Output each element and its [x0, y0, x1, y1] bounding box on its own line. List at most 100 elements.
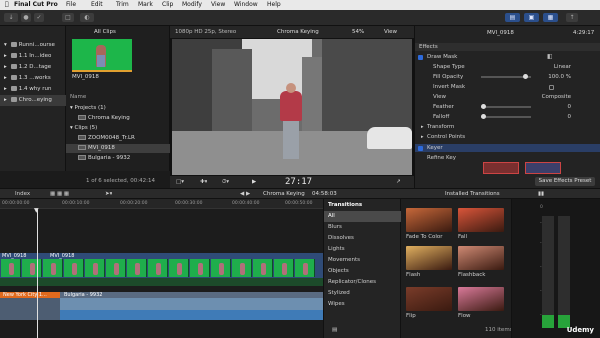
inspector-feather[interactable]: Feather 0: [415, 103, 600, 111]
fill-opacity-slider[interactable]: [481, 74, 531, 79]
share-icon[interactable]: ↑: [566, 13, 578, 22]
library-event-item-selected[interactable]: ▸ Chro...eying: [0, 95, 66, 106]
inspector-refine-key[interactable]: Refine Key: [415, 154, 600, 162]
menu-clip[interactable]: Clip: [162, 1, 173, 9]
save-effects-preset-button[interactable]: Save Effects Preset: [535, 177, 595, 186]
primary-storyline-clip[interactable]: MVI_0918 MVI_0918: [0, 253, 323, 278]
sidebar-toggle-icon[interactable]: ▤: [332, 327, 337, 334]
inspector-keyer[interactable]: Keyer: [415, 144, 600, 152]
transition-item[interactable]: Fade To Color: [406, 208, 452, 244]
menu-modify[interactable]: Modify: [182, 1, 202, 9]
transform-menu-icon[interactable]: ✚▾: [200, 179, 207, 186]
inspector-invert-mask[interactable]: Invert Mask: [415, 83, 600, 91]
retime-menu-icon[interactable]: ⏱▾: [222, 179, 229, 186]
menu-window[interactable]: Window: [234, 1, 258, 9]
share-library-icon[interactable]: □: [62, 13, 74, 22]
inspector-falloff[interactable]: Falloff 0: [415, 113, 600, 121]
checkbox-icon[interactable]: [418, 54, 423, 60]
slider-knob[interactable]: [481, 104, 486, 109]
category-objects[interactable]: Objects: [324, 266, 402, 277]
category-blurs[interactable]: Blurs: [324, 222, 402, 233]
browser-row-clips[interactable]: ▾ Clips (5): [66, 124, 170, 133]
append-clip-icon[interactable]: ▦ ▦ ▦: [50, 191, 69, 198]
checkbox-icon[interactable]: [549, 84, 554, 90]
library-event-item[interactable]: ▸ 1.4 why run: [0, 84, 66, 95]
browser-row-clip-selected[interactable]: MVI_0918: [66, 144, 170, 153]
mask-icon[interactable]: ◧: [547, 53, 553, 61]
select-tool-icon[interactable]: ➤▾: [105, 191, 112, 198]
connected-clips[interactable]: [0, 298, 323, 320]
inspector-control-points[interactable]: ▸ Control Points: [415, 133, 600, 141]
playhead-handle-icon[interactable]: ▼: [34, 207, 39, 214]
timeline-ruler[interactable]: 00:00:00:00 00:00:10:00 00:00:20:00 00:0…: [0, 199, 323, 209]
feather-slider[interactable]: [481, 104, 531, 109]
video-frame[interactable]: [172, 39, 412, 175]
playhead[interactable]: [37, 209, 38, 338]
disclosure-triangle-icon[interactable]: ▸: [4, 97, 7, 103]
timeline-index-button[interactable]: Index: [15, 191, 30, 198]
inspector-view[interactable]: View Composite: [415, 93, 600, 101]
library-event-item[interactable]: ▸ 1.3 ...works: [0, 73, 66, 84]
show-timeline-icon[interactable]: ▣: [524, 13, 539, 22]
check-icon[interactable]: ✓: [34, 13, 44, 22]
menu-edit[interactable]: Edit: [91, 1, 103, 9]
transition-item[interactable]: Flow: [458, 287, 504, 323]
disclosure-triangle-icon[interactable]: ▾: [4, 42, 7, 48]
fullscreen-icon[interactable]: ↗: [396, 179, 401, 186]
apple-icon[interactable]: : [5, 1, 9, 9]
back-icon[interactable]: ◀ ▶: [240, 191, 250, 198]
slider-knob[interactable]: [481, 114, 486, 119]
import-icon[interactable]: ↓: [4, 13, 18, 22]
inspector-effects-header[interactable]: Effects: [415, 43, 600, 51]
category-all[interactable]: All: [324, 211, 402, 222]
inspector-draw-mask[interactable]: Draw Mask ◧: [415, 53, 600, 61]
new-york-city-clip[interactable]: [0, 298, 60, 320]
play-icon[interactable]: ▶: [252, 179, 256, 186]
show-browser-icon[interactable]: ▤: [505, 13, 520, 22]
slider-knob[interactable]: [523, 74, 528, 79]
key-icon[interactable]: ●: [21, 13, 31, 22]
browser-row-clip[interactable]: ZOOM0048_Tr.LR: [66, 134, 170, 143]
browser-row-project[interactable]: Chroma Keying: [66, 114, 170, 123]
disclosure-triangle-icon[interactable]: ▸: [421, 133, 424, 141]
browser-row-clip[interactable]: Bulgaria - 9932: [66, 154, 170, 163]
disclosure-triangle-icon[interactable]: ▸: [4, 86, 7, 92]
viewer-zoom-menu[interactable]: 54%: [352, 29, 364, 36]
category-replicator-clones[interactable]: Replicator/Clones: [324, 277, 402, 288]
falloff-slider[interactable]: [481, 114, 531, 119]
menu-mark[interactable]: Mark: [138, 1, 153, 9]
show-inspector-icon[interactable]: ▦: [543, 13, 558, 22]
library-event-item[interactable]: ▸ 1.1 In...ideo: [0, 51, 66, 62]
transition-item[interactable]: Flip: [406, 287, 452, 323]
background-tasks-icon[interactable]: ◐: [80, 13, 94, 22]
disclosure-triangle-icon[interactable]: ▸: [421, 123, 424, 131]
category-wipes[interactable]: Wipes: [324, 299, 402, 310]
viewer-view-menu[interactable]: View: [384, 29, 397, 36]
menu-app-name[interactable]: Final Cut Pro: [14, 1, 58, 9]
menu-file[interactable]: File: [66, 1, 76, 9]
category-movements[interactable]: Movements: [324, 255, 402, 266]
library-item[interactable]: ▾ Runni...ourse: [0, 40, 66, 51]
inspector-transform[interactable]: ▸ Transform: [415, 123, 600, 131]
browser-row-projects[interactable]: ▾ Projects (1): [66, 104, 170, 113]
transition-item[interactable]: Flashback: [458, 246, 504, 282]
disclosure-triangle-icon[interactable]: ▸: [4, 75, 7, 81]
keyer-edges-swatch[interactable]: [525, 162, 561, 174]
category-stylized[interactable]: Stylized: [324, 288, 402, 299]
checkbox-icon[interactable]: [418, 145, 423, 151]
keyer-sample-color-swatch[interactable]: [483, 162, 519, 174]
category-dissolves[interactable]: Dissolves: [324, 233, 402, 244]
crop-menu-icon[interactable]: □▾: [176, 179, 184, 186]
inspector-fill-opacity[interactable]: Fill Opacity 100.0 %: [415, 73, 600, 81]
disclosure-triangle-icon[interactable]: ▸: [4, 64, 7, 70]
clip-filter-menu[interactable]: All Clips: [94, 29, 116, 36]
transition-item[interactable]: Flash: [406, 246, 452, 282]
disclosure-triangle-icon[interactable]: ▸: [4, 53, 7, 59]
menu-help[interactable]: Help: [267, 1, 281, 9]
name-column-header[interactable]: Name: [70, 94, 86, 101]
clip-thumbnail[interactable]: [72, 39, 132, 70]
installed-transitions-menu[interactable]: Installed Transitions: [445, 191, 500, 198]
inspector-shape-type[interactable]: Shape Type Linear: [415, 63, 600, 71]
audio-meter-icon[interactable]: ▮▮: [538, 191, 544, 198]
library-event-item[interactable]: ▸ 1.2 D...tage: [0, 62, 66, 73]
